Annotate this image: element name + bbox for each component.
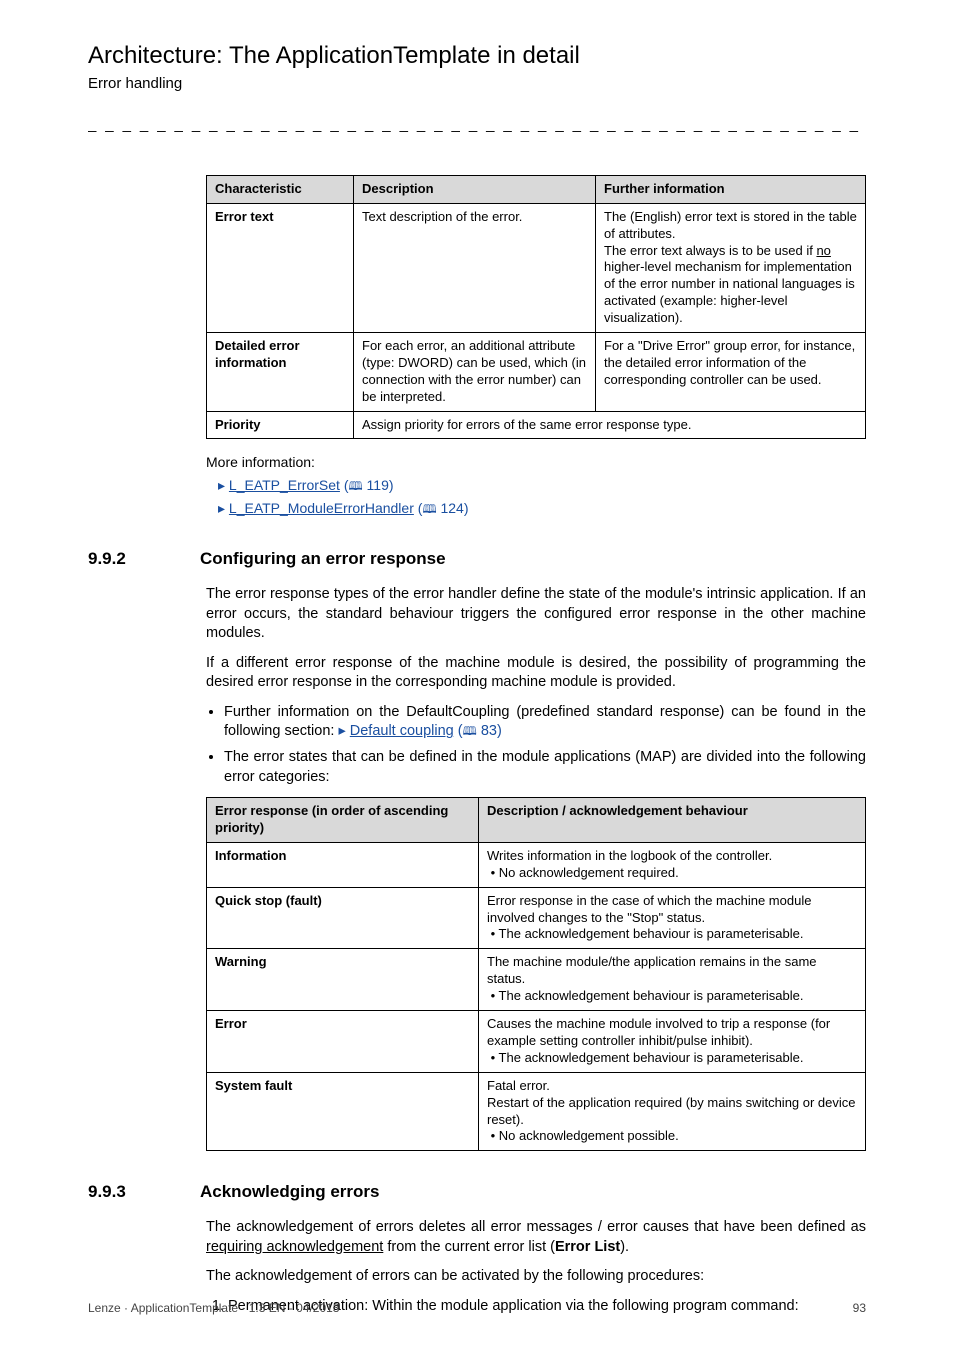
bullet-list: Further information on the DefaultCoupli… bbox=[206, 703, 866, 787]
cell-text: • The acknowledgement behaviour is param… bbox=[491, 926, 804, 941]
text: from the current error list ( bbox=[383, 1239, 555, 1255]
link-row[interactable]: ▸ L_EATP_ModuleErrorHandler (🕮 124) bbox=[218, 499, 866, 518]
paragraph: The acknowledgement of errors can be act… bbox=[206, 1267, 866, 1287]
th-description: Description bbox=[354, 175, 596, 203]
link-text[interactable]: L_EATP_ErrorSet bbox=[229, 477, 340, 493]
footer-left: Lenze · ApplicationTemplate · 1.3 EN - 0… bbox=[88, 1300, 339, 1316]
cell-response: Quick stop (fault) bbox=[215, 893, 322, 908]
list-item: Further information on the DefaultCoupli… bbox=[224, 703, 866, 742]
cell-further: The (English) error text is stored in th… bbox=[596, 203, 866, 332]
running-subtitle: Error handling bbox=[88, 74, 866, 94]
cell-characteristic: Priority bbox=[215, 417, 261, 432]
more-info-label: More information: bbox=[206, 453, 866, 472]
cell-response: Warning bbox=[215, 954, 267, 969]
arrow-icon: ▸ bbox=[218, 477, 225, 493]
cell-text: Error response in the case of which the … bbox=[487, 893, 811, 925]
cell-desc: Writes information in the logbook of the… bbox=[479, 842, 866, 887]
cell-text: Restart of the application required (by … bbox=[487, 1095, 856, 1127]
link-page: 83 bbox=[481, 723, 497, 739]
book-icon: 🕮 bbox=[463, 724, 477, 738]
list-text: Further information on the DefaultCoupli… bbox=[224, 704, 866, 740]
cell-text: The error text always is to be used if bbox=[604, 243, 816, 258]
section-title: Acknowledging errors bbox=[200, 1182, 379, 1201]
paragraph: The acknowledgement of errors deletes al… bbox=[206, 1218, 866, 1257]
table-row: Detailed error information For each erro… bbox=[207, 333, 866, 412]
table-row: Quick stop (fault) Error response in the… bbox=[207, 887, 866, 949]
th-further: Further information bbox=[596, 175, 866, 203]
footer-page-number: 93 bbox=[853, 1300, 866, 1316]
book-icon: 🕮 bbox=[349, 479, 363, 493]
cell-desc: Fatal error. Restart of the application … bbox=[479, 1072, 866, 1151]
cell-response: Information bbox=[215, 848, 287, 863]
cell-desc: The machine module/the application remai… bbox=[479, 949, 866, 1011]
page-footer: Lenze · ApplicationTemplate · 1.3 EN - 0… bbox=[88, 1300, 866, 1316]
link-page: 119 bbox=[367, 477, 389, 493]
cell-response: Error bbox=[215, 1016, 247, 1031]
cell-text: Fatal error. bbox=[487, 1078, 550, 1093]
cell-description: For each error, an additional attribute … bbox=[354, 333, 596, 412]
cell-text: The (English) error text is stored in th… bbox=[604, 209, 857, 241]
arrow-icon: ▸ bbox=[218, 500, 225, 516]
characteristics-table: Characteristic Description Further infor… bbox=[206, 175, 866, 440]
cell-text: The machine module/the application remai… bbox=[487, 954, 817, 986]
section-heading-993: 9.9.3Acknowledging errors bbox=[88, 1181, 866, 1204]
error-response-table: Error response (in order of ascending pr… bbox=[206, 797, 866, 1151]
section-heading-992: 9.9.2Configuring an error response bbox=[88, 548, 866, 571]
link-text[interactable]: L_EATP_ModuleErrorHandler bbox=[229, 500, 414, 516]
cell-text: • The acknowledgement behaviour is param… bbox=[491, 988, 804, 1003]
cell-response: System fault bbox=[215, 1078, 292, 1093]
cell-text: • No acknowledgement possible. bbox=[491, 1128, 679, 1143]
book-icon: 🕮 bbox=[422, 502, 436, 516]
table-row: System fault Fatal error. Restart of the… bbox=[207, 1072, 866, 1151]
cell-text: Causes the machine module involved to tr… bbox=[487, 1016, 830, 1048]
arrow-icon: ▸ bbox=[338, 723, 345, 739]
text-bold: Error List bbox=[555, 1239, 620, 1255]
table-row: Priority Assign priority for errors of t… bbox=[207, 411, 866, 439]
th-characteristic: Characteristic bbox=[207, 175, 354, 203]
section-number: 9.9.2 bbox=[88, 548, 200, 571]
cell-desc: Causes the machine module involved to tr… bbox=[479, 1011, 866, 1073]
paragraph: If a different error response of the mac… bbox=[206, 654, 866, 693]
cell-characteristic: Detailed error information bbox=[215, 338, 300, 370]
th-response: Error response (in order of ascending pr… bbox=[207, 798, 479, 843]
section-title: Configuring an error response bbox=[200, 549, 446, 568]
text-underline: requiring acknowledgement bbox=[206, 1239, 383, 1255]
divider: _ _ _ _ _ _ _ _ _ _ _ _ _ _ _ _ _ _ _ _ … bbox=[88, 115, 866, 135]
cell-description: Text description of the error. bbox=[354, 203, 596, 332]
inline-link[interactable]: ▸ Default coupling (🕮 83) bbox=[338, 723, 501, 739]
link-page: 124 bbox=[440, 500, 463, 516]
table-row: Information Writes information in the lo… bbox=[207, 842, 866, 887]
table-header-row: Error response (in order of ascending pr… bbox=[207, 798, 866, 843]
link-row[interactable]: ▸ L_EATP_ErrorSet (🕮 119) bbox=[218, 476, 866, 495]
list-item: The error states that can be defined in … bbox=[224, 748, 866, 787]
cell-further: For a "Drive Error" group error, for ins… bbox=[596, 333, 866, 412]
running-title: Architecture: The ApplicationTemplate in… bbox=[88, 40, 866, 72]
cell-text: • The acknowledgement behaviour is param… bbox=[491, 1050, 804, 1065]
table-row: Error Causes the machine module involved… bbox=[207, 1011, 866, 1073]
table-header-row: Characteristic Description Further infor… bbox=[207, 175, 866, 203]
th-desc-ack: Description / acknowledgement behaviour bbox=[479, 798, 866, 843]
cell-desc: Error response in the case of which the … bbox=[479, 887, 866, 949]
paragraph: The error response types of the error ha… bbox=[206, 585, 866, 644]
table-row: Error text Text description of the error… bbox=[207, 203, 866, 332]
cell-characteristic: Error text bbox=[215, 209, 274, 224]
cell-text: higher-level mechanism for implementatio… bbox=[604, 259, 855, 325]
cell-text-underline: no bbox=[816, 243, 830, 258]
text: The acknowledgement of errors deletes al… bbox=[206, 1219, 866, 1235]
link-text[interactable]: Default coupling bbox=[350, 723, 454, 739]
cell-description-span: Assign priority for errors of the same e… bbox=[354, 411, 866, 439]
text: ). bbox=[620, 1239, 629, 1255]
link-list: ▸ L_EATP_ErrorSet (🕮 119) ▸ L_EATP_Modul… bbox=[218, 476, 866, 518]
section-number: 9.9.3 bbox=[88, 1181, 200, 1204]
table-row: Warning The machine module/the applicati… bbox=[207, 949, 866, 1011]
cell-text: Writes information in the logbook of the… bbox=[487, 848, 772, 863]
cell-text: • No acknowledgement required. bbox=[491, 865, 679, 880]
